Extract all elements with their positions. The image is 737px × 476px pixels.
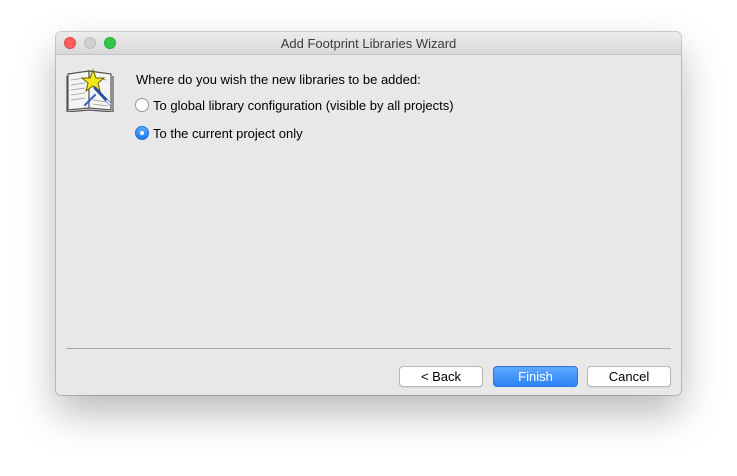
radio-option-global[interactable]: To global library configuration (visible… <box>135 96 454 114</box>
window-title: Add Footprint Libraries Wizard <box>280 36 457 51</box>
back-button[interactable]: < Back <box>399 366 483 387</box>
cancel-button[interactable]: Cancel <box>587 366 671 387</box>
radio-option-project[interactable]: To the current project only <box>135 124 303 142</box>
wizard-book-icon <box>66 68 114 112</box>
button-separator <box>66 348 671 349</box>
radio-button-project[interactable] <box>135 126 149 140</box>
radio-label-project[interactable]: To the current project only <box>153 126 303 141</box>
wizard-window: Add Footprint Libraries Wizard Where do … <box>56 32 681 395</box>
finish-button[interactable]: Finish <box>493 366 578 387</box>
question-text: Where do you wish the new libraries to b… <box>136 72 421 87</box>
radio-label-global[interactable]: To global library configuration (visible… <box>153 98 454 113</box>
radio-button-global[interactable] <box>135 98 149 112</box>
title-bar[interactable]: Add Footprint Libraries Wizard <box>56 32 681 55</box>
